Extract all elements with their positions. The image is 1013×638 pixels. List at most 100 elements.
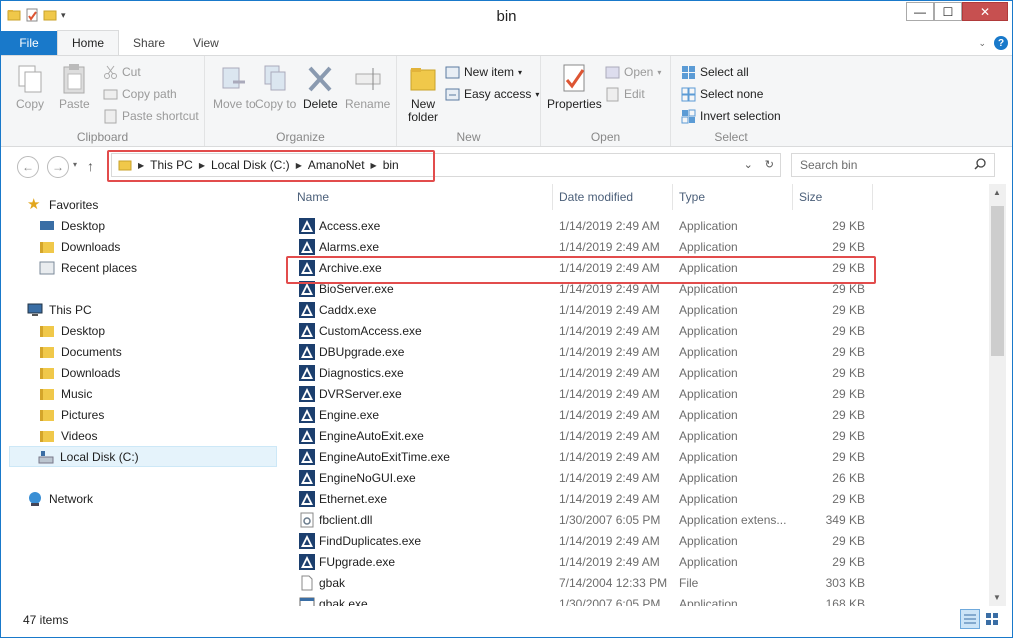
edit-button[interactable]: Edit [605, 84, 645, 104]
nav-music[interactable]: Music [39, 383, 307, 404]
move-to-button[interactable]: Move to [213, 62, 256, 111]
copy-button[interactable]: Copy [15, 62, 45, 111]
copy-to-button[interactable]: Copy to [255, 62, 296, 111]
nav-network[interactable]: Network [27, 488, 295, 509]
file-type: Application [679, 555, 738, 569]
table-row[interactable]: FUpgrade.exe 1/14/2019 2:49 AM Application… [283, 552, 989, 573]
table-row[interactable]: Engine.exe 1/14/2019 2:49 AM Application 29… [283, 405, 989, 426]
expand-ribbon-icon[interactable]: ⌄ [978, 38, 986, 49]
table-row[interactable]: CustomAccess.exe 1/14/2019 2:49 AM Applica… [283, 321, 989, 342]
file-size: 29 KB [832, 450, 865, 464]
delete-x-icon [308, 66, 332, 92]
file-type: Application [679, 534, 738, 548]
nav-videos[interactable]: Videos [39, 425, 307, 446]
nav-label: Recent places [61, 260, 138, 275]
nav-favorites[interactable]: ★ Favorites [27, 194, 295, 215]
file-date: 1/14/2019 2:49 AM [559, 366, 660, 380]
column-header-date[interactable]: Date modified [553, 184, 673, 210]
table-row[interactable]: DBUpgrade.exe 1/14/2019 2:49 AM Applicatio… [283, 342, 989, 363]
new-item-icon [445, 66, 460, 78]
column-header-size[interactable]: Size [793, 184, 873, 210]
clipboard-group: Copy Paste Cut Copy path Paste shortcut … [1, 56, 205, 146]
file-type: Application [679, 303, 738, 317]
nav-this-pc[interactable]: This PC [27, 299, 295, 320]
table-row[interactable]: gbak 7/14/2004 12:33 PM File 303 KB [283, 573, 989, 594]
tab-file[interactable]: File [1, 31, 57, 55]
nav-this-pc-desktop[interactable]: Desktop [39, 320, 307, 341]
open-button[interactable]: Open ▾ [605, 62, 661, 82]
file-name: EngineNoGUI.exe [319, 471, 416, 485]
tab-view[interactable]: View [179, 31, 233, 55]
recent-locations-icon[interactable]: ▾ [73, 160, 77, 169]
address-dropdown-icon[interactable]: ⌄ [744, 158, 753, 171]
properties-button[interactable]: Properties [547, 62, 602, 111]
table-row[interactable]: EngineNoGUI.exe 1/14/2019 2:49 AM Applicat… [283, 468, 989, 489]
file-name: gbak.exe [319, 597, 368, 606]
computer-icon [27, 303, 43, 316]
column-header-type[interactable]: Type [673, 184, 793, 210]
invert-selection-button[interactable]: Invert selection [681, 106, 781, 126]
nav-favorites-downloads[interactable]: Downloads [39, 236, 307, 257]
table-row[interactable]: EngineAutoExit.exe 1/14/2019 2:49 AM Appli… [283, 426, 989, 447]
rename-button[interactable]: Rename [345, 62, 390, 111]
column-header-name[interactable]: Name [283, 184, 553, 210]
invert-selection-icon [681, 109, 696, 123]
delete-button[interactable]: Delete [303, 62, 338, 111]
file-size: 29 KB [832, 219, 865, 233]
paste-icon [63, 64, 85, 94]
details-view-button[interactable] [960, 609, 980, 629]
file-size: 29 KB [832, 429, 865, 443]
minimize-button[interactable]: — [906, 2, 934, 21]
close-button[interactable]: ✕ [962, 2, 1008, 21]
tab-share[interactable]: Share [119, 31, 179, 55]
file-type: Application [679, 345, 738, 359]
table-row[interactable]: Ethernet.exe 1/14/2019 2:49 AM Application… [283, 489, 989, 510]
nav-this-pc-downloads[interactable]: Downloads [39, 362, 307, 383]
select-all-button[interactable]: Select all [681, 62, 749, 82]
table-row[interactable]: Alarms.exe 1/14/2019 2:49 AM Application 29… [283, 237, 989, 258]
search-input[interactable]: Search bin [791, 153, 995, 177]
open-group-label: Open [590, 130, 621, 144]
table-row[interactable]: fbclient.dll 1/30/2007 6:05 PM Application… [283, 510, 989, 531]
table-row[interactable]: DVRServer.exe 1/14/2019 2:49 AM Applicatio… [283, 384, 989, 405]
explorer-window: ▾ bin — ☐ ✕ File Home Share View ⌄ ? Cop… [0, 0, 1013, 638]
amano-app-icon [299, 533, 315, 549]
table-row[interactable]: EngineAutoExitTime.exe 1/14/2019 2:49 AM A… [283, 447, 989, 468]
file-name: EngineAutoExitTime.exe [319, 450, 450, 464]
column-label: Name [297, 190, 330, 204]
paste-shortcut-button[interactable]: Paste shortcut [103, 106, 199, 126]
scroll-down-icon[interactable]: ▼ [993, 593, 1001, 602]
scroll-up-icon[interactable]: ▲ [993, 188, 1001, 197]
forward-button[interactable]: → [47, 156, 69, 178]
nav-recent-places[interactable]: Recent places [39, 257, 307, 278]
nav-pictures[interactable]: Pictures [39, 404, 307, 425]
file-name: Engine.exe [319, 408, 380, 422]
large-icons-view-button[interactable] [982, 609, 1002, 629]
organize-group-label: Organize [276, 130, 325, 144]
nav-documents[interactable]: Documents [39, 341, 307, 362]
easy-access-button[interactable]: Easy access ▾ [445, 84, 539, 104]
tab-home[interactable]: Home [57, 30, 120, 55]
vertical-scrollbar[interactable]: ▲ ▼ [989, 184, 1006, 606]
table-row[interactable]: Access.exe 1/14/2019 2:49 AM Application 29… [283, 216, 989, 237]
open-icon [605, 66, 620, 78]
table-row[interactable]: Diagnostics.exe 1/14/2019 2:49 AM Applicat… [283, 363, 989, 384]
nav-favorites-desktop[interactable]: Desktop [39, 215, 307, 236]
select-none-button[interactable]: Select none [681, 84, 763, 104]
help-icon[interactable]: ? [994, 36, 1008, 50]
cut-button[interactable]: Cut [103, 62, 141, 82]
table-row[interactable]: gbak.exe 1/30/2007 6:05 PM Application 168 … [283, 594, 989, 606]
new-item-button[interactable]: New item ▾ [445, 62, 522, 82]
copy-path-button[interactable]: Copy path [103, 84, 177, 104]
maximize-button[interactable]: ☐ [934, 2, 962, 21]
back-button[interactable]: ← [17, 156, 39, 178]
file-name: gbak [319, 576, 346, 590]
paste-button[interactable]: Paste [59, 62, 90, 111]
new-folder-button[interactable]: New folder [403, 62, 443, 124]
refresh-icon[interactable]: ↻ [765, 158, 774, 171]
scrollbar-thumb[interactable] [991, 206, 1004, 356]
up-arrow-icon[interactable]: ↑ [87, 158, 94, 174]
table-row[interactable]: Caddx.exe 1/14/2019 2:49 AM Application 29 … [283, 300, 989, 321]
table-row[interactable]: FindDuplicates.exe 1/14/2019 2:49 AM Appli… [283, 531, 989, 552]
nav-local-disk[interactable]: Local Disk (C:) [9, 446, 277, 467]
